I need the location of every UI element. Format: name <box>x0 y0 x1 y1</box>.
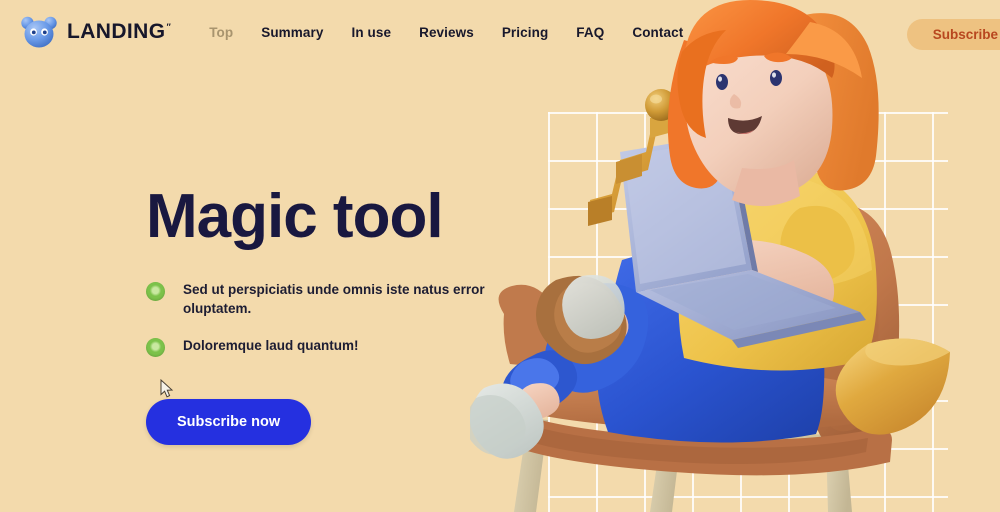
nav-item-contact[interactable]: Contact <box>632 25 683 40</box>
green-ring-bullet-icon <box>146 338 165 358</box>
brand-logo[interactable]: LANDING″ <box>20 15 171 49</box>
list-item: Doloremque laud quantum! <box>146 336 526 358</box>
bear-head-icon <box>20 15 58 49</box>
nav-item-in-use[interactable]: In use <box>351 25 391 40</box>
eye-left <box>716 74 728 90</box>
nav-item-reviews[interactable]: Reviews <box>419 25 474 40</box>
nav-item-faq[interactable]: FAQ <box>576 25 604 40</box>
list-item-label: Sed ut perspiciatis unde omnis iste natu… <box>183 282 485 317</box>
green-ring-bullet-icon <box>146 282 165 301</box>
list-item-label: Doloremque laud quantum! <box>183 338 359 354</box>
landing-page: LANDING″ Top Summary In use Reviews Pric… <box>0 0 1000 512</box>
hero-section: Magic tool Sed ut perspiciatis unde omni… <box>146 182 526 446</box>
eye-right <box>770 70 782 86</box>
brand-name: LANDING″ <box>67 20 172 43</box>
hero-illustration <box>470 0 1000 512</box>
page-title: Magic tool <box>146 182 444 251</box>
list-item: Sed ut perspiciatis unde omnis iste natu… <box>146 280 526 318</box>
nav-item-pricing[interactable]: Pricing <box>502 25 548 40</box>
subscribe-now-button[interactable]: Subscribe now <box>146 399 312 446</box>
site-header: LANDING″ Top Summary In use Reviews Pric… <box>0 0 1000 64</box>
brand-trademark: ″ <box>166 22 172 32</box>
header-subscribe-button[interactable]: Subscribe <box>906 19 1000 50</box>
main-nav: Top Summary In use Reviews Pricing FAQ C… <box>209 25 683 40</box>
nav-item-summary[interactable]: Summary <box>261 25 323 40</box>
feature-list: Sed ut perspiciatis unde omnis iste natu… <box>146 280 526 358</box>
nav-item-top[interactable]: Top <box>209 25 233 40</box>
